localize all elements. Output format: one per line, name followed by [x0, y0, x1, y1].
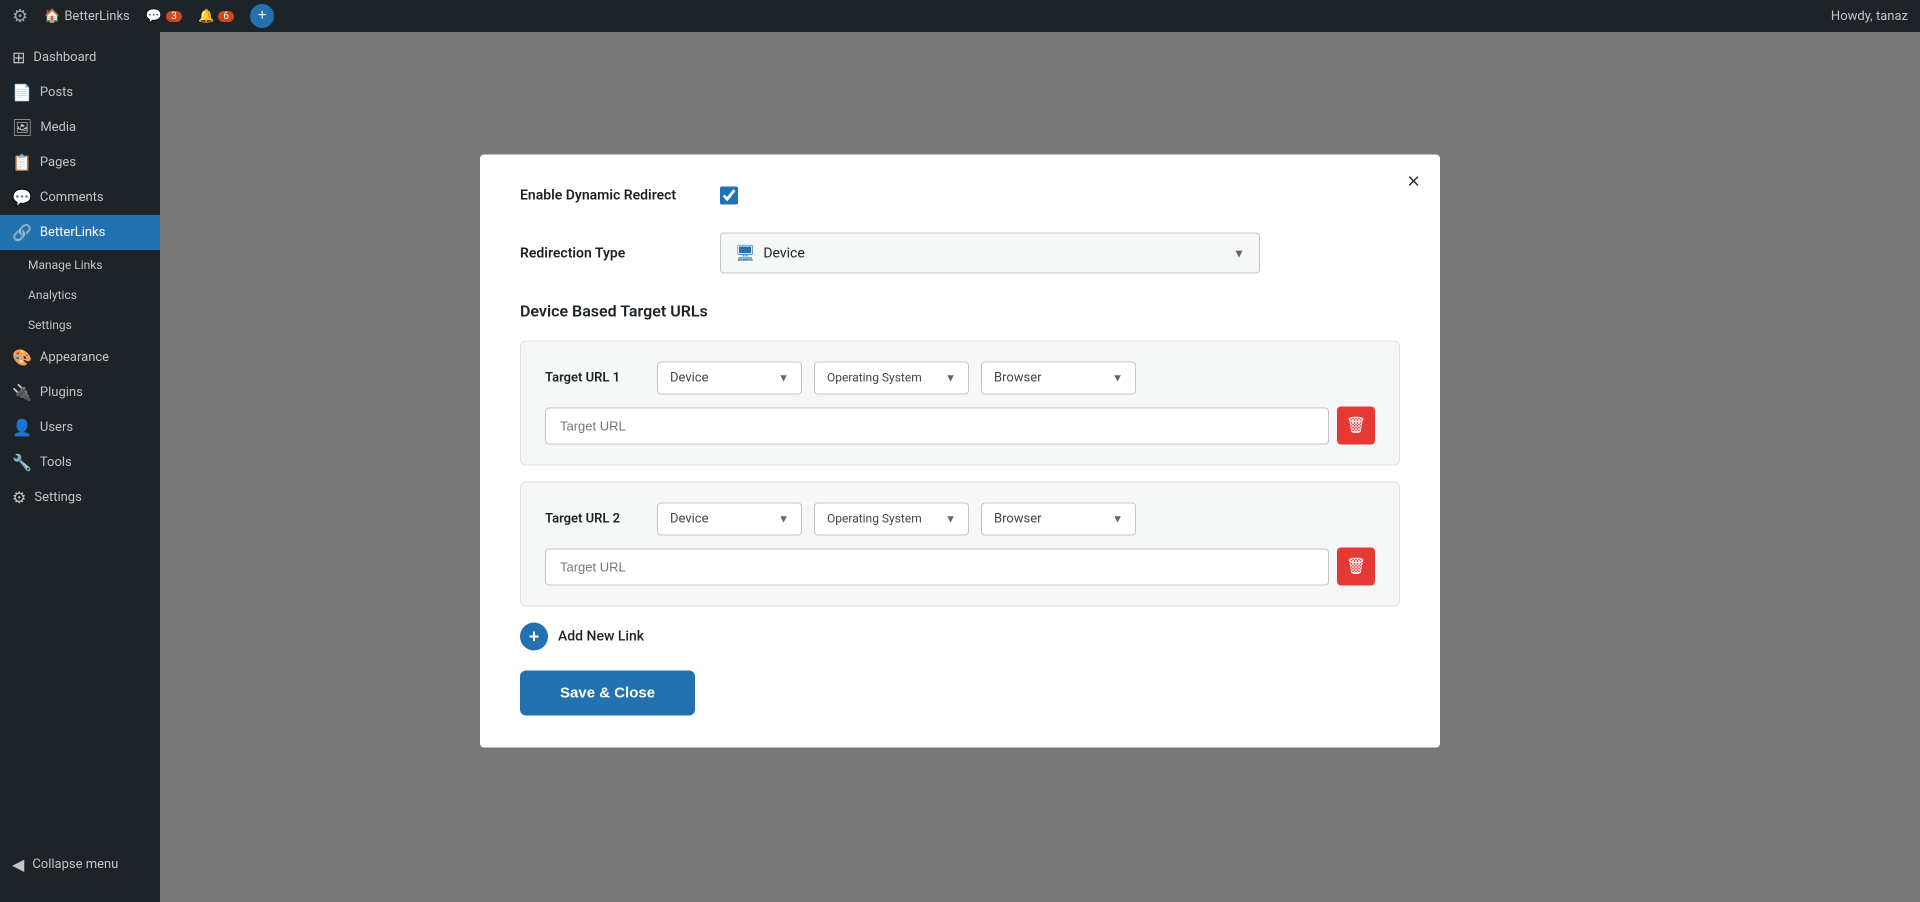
modal-body: Enable Dynamic Redirect Redirection Type… [480, 155, 1440, 748]
enable-dynamic-redirect-checkbox[interactable] [720, 187, 738, 205]
sidebar-item-pages[interactable]: 📋 Pages [0, 145, 160, 180]
sidebar-item-label: Plugins [40, 385, 83, 400]
admin-bar-howdy: Howdy, tanaz [1831, 9, 1908, 24]
target-url-1-delete-button[interactable]: 🗑 [1337, 407, 1375, 445]
sidebar-item-settings2[interactable]: ⚙ Settings [0, 480, 160, 515]
sidebar-item-label: Appearance [40, 350, 109, 365]
sidebar-item-label: Manage Links [28, 258, 103, 272]
redirection-type-row: Redirection Type 🖥 Device ▼ [520, 233, 1400, 274]
target-url-1-input-row: 🗑 [545, 407, 1375, 445]
sidebar-item-settings[interactable]: Settings [0, 310, 160, 340]
sidebar-item-dashboard[interactable]: ⊞ Dashboard [0, 40, 160, 75]
admin-bar-add-button[interactable]: + [250, 4, 274, 28]
tools-icon: 🔧 [12, 453, 32, 472]
target-url-2-filters-row: Target URL 2 Device ▼ Operating System ▼… [545, 503, 1375, 536]
appearance-icon: 🎨 [12, 348, 32, 367]
admin-bar-left: ⚙ 🏠 BetterLinks 💬 3 🔔 6 + [12, 4, 274, 28]
redirection-type-chevron-icon: ▼ [1233, 246, 1245, 260]
sidebar-item-label: Posts [40, 85, 73, 100]
target-url-2-label: Target URL 2 [545, 512, 645, 527]
target-url-2-delete-button[interactable]: 🗑 [1337, 548, 1375, 586]
sidebar-item-plugins[interactable]: 🔌 Plugins [0, 375, 160, 410]
os-placeholder: Operating System [827, 371, 922, 385]
target-url-1-card: Target URL 1 Device ▼ Operating System ▼… [520, 341, 1400, 466]
settings-icon: ⚙ [12, 488, 26, 507]
wp-logo-icon[interactable]: ⚙ [12, 6, 28, 27]
browser-chevron-icon: ▼ [1112, 372, 1123, 385]
sidebar-item-label: Settings [34, 490, 81, 505]
sidebar-item-label: Settings [28, 318, 72, 332]
device-based-title: Device Based Target URLs [520, 302, 1400, 321]
sidebar-item-comments[interactable]: 💬 Comments [0, 180, 160, 215]
sidebar-item-label: Comments [40, 190, 104, 205]
device-placeholder: Device [670, 371, 709, 386]
comments-icon: 💬 [12, 188, 32, 207]
browser-chevron-icon-2: ▼ [1112, 513, 1123, 526]
target-url-1-input[interactable] [545, 407, 1329, 444]
collapse-icon: ◀ [12, 855, 24, 874]
modal-dialog: × Enable Dynamic Redirect Redirection Ty… [480, 155, 1440, 748]
browser-placeholder-2: Browser [994, 512, 1042, 527]
redirection-type-dropdown[interactable]: 🖥 Device ▼ [720, 233, 1260, 274]
target-url-1-device-dropdown[interactable]: Device ▼ [657, 362, 802, 395]
sidebar: ⊞ Dashboard 📄 Posts 🖼 Media 📋 Pages 💬 Co… [0, 32, 160, 902]
sidebar-item-label: BetterLinks [40, 225, 105, 240]
sidebar-item-label: Users [40, 420, 73, 435]
os-chevron-icon: ▼ [945, 371, 956, 384]
target-url-1-label: Target URL 1 [545, 371, 645, 386]
sidebar-item-betterlinks[interactable]: 🔗 BetterLinks [0, 215, 160, 250]
sidebar-item-label: Pages [40, 155, 76, 170]
modal-close-button[interactable]: × [1407, 171, 1420, 193]
admin-bar: ⚙ 🏠 BetterLinks 💬 3 🔔 6 + Howdy, tanaz [0, 0, 1920, 32]
posts-icon: 📄 [12, 83, 32, 102]
add-new-link-label: Add New Link [558, 629, 644, 645]
target-url-2-card: Target URL 2 Device ▼ Operating System ▼… [520, 482, 1400, 607]
os-chevron-icon-2: ▼ [945, 512, 956, 525]
enable-dynamic-redirect-label: Enable Dynamic Redirect [520, 188, 720, 204]
redirection-type-label: Redirection Type [520, 245, 720, 261]
save-close-button[interactable]: Save & Close [520, 671, 695, 716]
admin-bar-updates[interactable]: 🔔 6 [198, 9, 234, 24]
target-url-2-browser-dropdown[interactable]: Browser ▼ [981, 503, 1136, 536]
sidebar-item-analytics[interactable]: Analytics [0, 280, 160, 310]
device-chevron-icon: ▼ [778, 372, 789, 385]
admin-bar-comments[interactable]: 💬 3 [146, 9, 182, 24]
betterlinks-icon: 🔗 [12, 223, 32, 242]
sidebar-item-users[interactable]: 👤 Users [0, 410, 160, 445]
sidebar-item-label: Media [40, 120, 76, 135]
sidebar-item-posts[interactable]: 📄 Posts [0, 75, 160, 110]
sidebar-item-label: Collapse menu [32, 857, 118, 872]
device-placeholder-2: Device [670, 512, 709, 527]
dashboard-icon: ⊞ [12, 48, 25, 67]
pages-icon: 📋 [12, 153, 32, 172]
monitor-icon: 🖥 [735, 244, 755, 263]
device-chevron-icon-2: ▼ [778, 513, 789, 526]
sidebar-item-manage-links[interactable]: Manage Links [0, 250, 160, 280]
target-url-2-device-dropdown[interactable]: Device ▼ [657, 503, 802, 536]
target-url-1-browser-dropdown[interactable]: Browser ▼ [981, 362, 1136, 395]
target-url-2-input[interactable] [545, 548, 1329, 585]
add-new-link-row[interactable]: + Add New Link [520, 623, 1400, 651]
sidebar-item-label: Dashboard [33, 50, 96, 65]
sidebar-item-appearance[interactable]: 🎨 Appearance [0, 340, 160, 375]
target-url-1-os-dropdown[interactable]: Operating System ▼ [814, 362, 969, 394]
sidebar-item-media[interactable]: 🖼 Media [0, 110, 160, 145]
enable-dynamic-redirect-row: Enable Dynamic Redirect [520, 187, 1400, 205]
device-based-section: Device Based Target URLs Target URL 1 De… [520, 302, 1400, 607]
sidebar-item-label: Analytics [28, 288, 77, 302]
redirection-type-value: Device [763, 245, 804, 261]
browser-placeholder: Browser [994, 371, 1042, 386]
plugins-icon: 🔌 [12, 383, 32, 402]
os-placeholder-2: Operating System [827, 512, 922, 526]
target-url-1-filters-row: Target URL 1 Device ▼ Operating System ▼… [545, 362, 1375, 395]
add-new-link-button[interactable]: + [520, 623, 548, 651]
target-url-2-os-dropdown[interactable]: Operating System ▼ [814, 503, 969, 535]
sidebar-item-collapse[interactable]: ◀ Collapse menu [0, 847, 130, 882]
admin-bar-site[interactable]: 🏠 BetterLinks [44, 9, 130, 24]
sidebar-item-label: Tools [40, 455, 72, 470]
target-url-2-input-row: 🗑 [545, 548, 1375, 586]
media-icon: 🖼 [12, 118, 32, 137]
users-icon: 👤 [12, 418, 32, 437]
sidebar-item-tools[interactable]: 🔧 Tools [0, 445, 160, 480]
